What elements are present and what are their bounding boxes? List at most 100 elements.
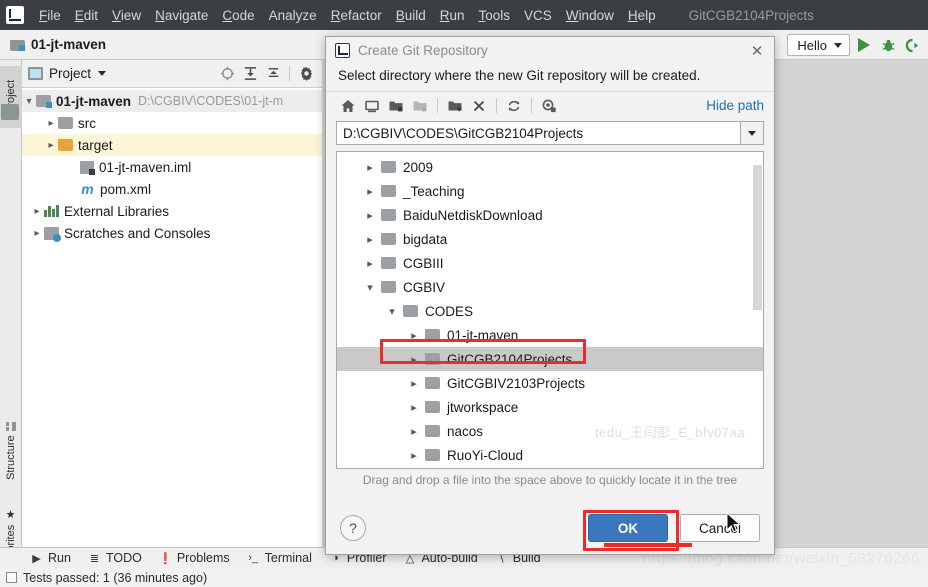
- menu-item-tools[interactable]: Tools: [472, 5, 518, 26]
- menu-item-view[interactable]: View: [105, 5, 148, 26]
- menu-item-file[interactable]: File: [32, 5, 68, 26]
- project-view-selector[interactable]: Project: [49, 66, 91, 81]
- dir-row-bigdata[interactable]: ▸ bigdata: [337, 227, 763, 251]
- status-item-label: TODO: [105, 551, 142, 565]
- tree-row-target[interactable]: ▸ target: [22, 134, 322, 156]
- dir-row-jtworkspace[interactable]: ▸ jtworkspace: [337, 395, 763, 419]
- sidebar-item-structure[interactable]: Structure: [0, 415, 22, 487]
- module-folder-icon: [10, 39, 25, 51]
- hide-path-link[interactable]: Hide path: [706, 98, 764, 113]
- dir-row-sentinel[interactable]: ▸Sentinel: [337, 467, 763, 468]
- chevron-right-icon[interactable]: ▸: [403, 377, 425, 390]
- ok-button[interactable]: OK: [588, 514, 668, 542]
- dir-row-cgbiii[interactable]: ▸ CGBIII: [337, 251, 763, 275]
- debug-bug-icon[interactable]: [878, 35, 898, 55]
- libraries-icon: [44, 205, 59, 217]
- chevron-right-icon[interactable]: ▸: [359, 185, 381, 198]
- dir-row-label: 01-jt-maven: [447, 327, 519, 343]
- chevron-down-icon[interactable]: ▾: [22, 96, 36, 107]
- tree-row-iml-file[interactable]: 01-jt-maven.iml: [22, 156, 322, 178]
- terminal-icon: ›_: [248, 552, 259, 564]
- menu-item-run[interactable]: Run: [433, 5, 472, 26]
- menu-item-edit[interactable]: Edit: [68, 5, 105, 26]
- dir-row-label: GitCGB2104Projects: [447, 351, 573, 367]
- chevron-right-icon[interactable]: ▸: [44, 140, 58, 151]
- dir-row-gitcgb2104projects[interactable]: ▸ GitCGB2104Projects: [337, 347, 763, 371]
- desktop-icon[interactable]: [360, 95, 384, 117]
- dir-row-gitcgbiv2103projects[interactable]: ▸ GitCGBIV2103Projects: [337, 371, 763, 395]
- dialog-title-bar: Create Git Repository ✕: [326, 37, 774, 64]
- status-item-todo[interactable]: ≣ TODO: [88, 551, 142, 565]
- close-icon[interactable]: ✕: [746, 40, 768, 62]
- chevron-right-icon[interactable]: ▸: [30, 228, 44, 239]
- delete-icon[interactable]: [467, 95, 491, 117]
- tree-row-project-root[interactable]: ▾ 01-jt-maven D:\CGBIV\CODES\01-jt-m: [22, 90, 322, 112]
- dir-row-baidunetdiskdownload[interactable]: ▸ BaiduNetdiskDownload: [337, 203, 763, 227]
- run-with-coverage-icon[interactable]: [902, 35, 922, 55]
- intellij-window: File Edit View Navigate Code Analyze Ref…: [0, 0, 928, 587]
- menu-item-code[interactable]: Code: [215, 5, 261, 26]
- chevron-down-icon[interactable]: ▾: [359, 281, 381, 294]
- menu-item-navigate[interactable]: Navigate: [148, 5, 215, 26]
- tool-window-tabs-left: Project Structure Favorites ★: [0, 60, 22, 570]
- dir-row-01-jt-maven[interactable]: ▸ 01-jt-maven: [337, 323, 763, 347]
- dir-row-cgbiv[interactable]: ▾ CGBIV: [337, 275, 763, 299]
- status-item-terminal[interactable]: ›_ Terminal: [247, 551, 312, 565]
- dir-row-2009[interactable]: ▸ 2009: [337, 155, 763, 179]
- chevron-right-icon[interactable]: ▸: [403, 425, 425, 438]
- status-item-problems[interactable]: ❗ Problems: [159, 551, 230, 565]
- chevron-right-icon[interactable]: ▸: [359, 257, 381, 270]
- tree-scrollbar[interactable]: [753, 165, 762, 310]
- tree-row-pom-xml[interactable]: m pom.xml: [22, 178, 322, 200]
- run-play-icon[interactable]: [854, 35, 874, 55]
- chevron-right-icon[interactable]: ▸: [359, 209, 381, 222]
- dir-row-teaching[interactable]: ▸ _Teaching: [337, 179, 763, 203]
- menu-item-refactor[interactable]: Refactor: [324, 5, 389, 26]
- chevron-down-icon[interactable]: [98, 71, 107, 76]
- dir-row-label: CGBIV: [403, 279, 446, 295]
- chevron-right-icon[interactable]: ▸: [403, 449, 425, 462]
- menu-item-build[interactable]: Build: [389, 5, 433, 26]
- path-input[interactable]: D:\CGBIV\CODES\GitCGB2104Projects: [336, 121, 740, 145]
- tree-row-src[interactable]: ▸ src: [22, 112, 322, 134]
- chevron-right-icon[interactable]: ▸: [30, 206, 44, 217]
- run-configuration-selector[interactable]: Hello: [787, 34, 850, 56]
- status-item-run[interactable]: ▶ Run: [30, 551, 71, 565]
- project-tree: ▾ 01-jt-maven D:\CGBIV\CODES\01-jt-m ▸ s…: [22, 88, 322, 244]
- chevron-right-icon[interactable]: ▸: [403, 329, 425, 342]
- run-play-icon: ▶: [32, 552, 41, 565]
- chevron-right-icon[interactable]: ▸: [359, 161, 381, 174]
- cancel-button[interactable]: Cancel: [680, 514, 760, 542]
- chevron-right-icon[interactable]: ▸: [44, 118, 58, 129]
- tree-row-external-libraries[interactable]: ▸ External Libraries: [22, 200, 322, 222]
- chevron-right-icon[interactable]: ▸: [359, 233, 381, 246]
- project-folder-icon[interactable]: [384, 95, 408, 117]
- run-configuration-label: Hello: [797, 37, 827, 53]
- chevron-right-icon[interactable]: ▸: [403, 401, 425, 414]
- dir-row-ruoyi-cloud[interactable]: ▸ RuoYi-Cloud: [337, 443, 763, 467]
- expand-all-icon[interactable]: [240, 64, 260, 84]
- gear-icon[interactable]: [296, 64, 316, 84]
- menu-item-window[interactable]: Window: [559, 5, 621, 26]
- tree-row-label: 01-jt-maven.iml: [99, 159, 192, 175]
- chevron-right-icon[interactable]: ▸: [403, 353, 425, 366]
- tree-row-path: D:\CGBIV\CODES\01-jt-m: [138, 94, 284, 108]
- refresh-icon[interactable]: [502, 95, 526, 117]
- folder-icon: [381, 257, 396, 269]
- todo-list-icon: ≣: [89, 552, 100, 565]
- menu-item-vcs[interactable]: VCS: [517, 5, 559, 26]
- path-dropdown-button[interactable]: [740, 121, 764, 145]
- dir-row-codes[interactable]: ▾ CODES: [337, 299, 763, 323]
- locate-target-icon[interactable]: [217, 64, 237, 84]
- chevron-down-icon[interactable]: ▾: [381, 305, 403, 318]
- home-icon[interactable]: [336, 95, 360, 117]
- tree-row-scratches-consoles[interactable]: ▸ Scratches and Consoles: [22, 222, 322, 244]
- help-button[interactable]: ?: [340, 515, 366, 541]
- folder-icon: [425, 329, 440, 341]
- collapse-all-icon[interactable]: [263, 64, 283, 84]
- show-hidden-files-icon[interactable]: [537, 95, 561, 117]
- menu-item-analyze[interactable]: Analyze: [262, 5, 324, 26]
- menu-item-help[interactable]: Help: [621, 5, 663, 26]
- new-folder-icon[interactable]: [443, 95, 467, 117]
- breadcrumb-project-name[interactable]: 01-jt-maven: [31, 37, 106, 52]
